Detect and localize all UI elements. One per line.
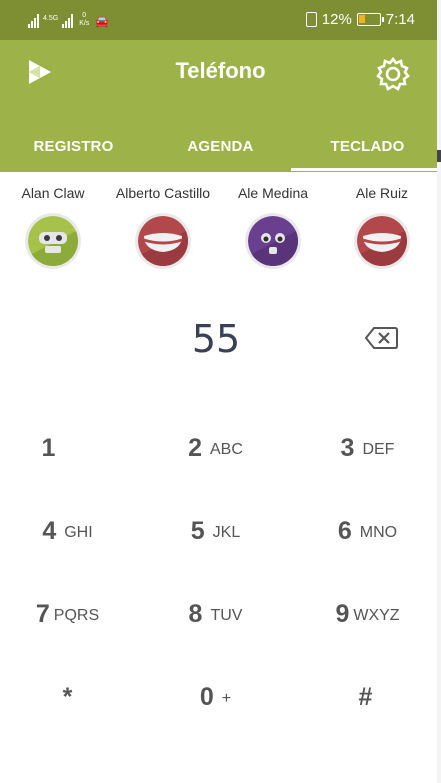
key-5[interactable]: 5 JKL: [142, 488, 289, 574]
tab-teclado[interactable]: TECLADO: [294, 120, 441, 172]
contact-name: Alan Claw: [21, 185, 85, 201]
number-display: 55: [0, 315, 441, 367]
monster-avatar-icon: [138, 216, 188, 266]
key-digit: #: [358, 682, 373, 711]
key-6[interactable]: 6 MNO: [294, 488, 441, 574]
key-digit: 1: [41, 433, 56, 462]
status-bar: 4.5G 0 K/s 🚘 12% 7:14: [0, 0, 441, 40]
tab-registro[interactable]: REGISTRO: [0, 120, 147, 172]
contact-alan-claw[interactable]: Alan Claw: [0, 185, 108, 269]
battery-icon: [356, 13, 384, 26]
network-speed: 0 K/s: [79, 12, 89, 28]
key-letters: WXYZ: [353, 607, 400, 624]
selected-tab-indicator: [291, 168, 437, 171]
key-3[interactable]: 3 DEF: [294, 405, 441, 491]
contact-name: Alberto Castillo: [115, 185, 211, 201]
tab-agenda[interactable]: AGENDA: [147, 120, 294, 172]
key-star[interactable]: *: [0, 654, 141, 740]
avatar[interactable]: [25, 213, 81, 269]
network-type-label: 4.5G: [43, 15, 59, 22]
contact-name: Ale Medina: [237, 185, 309, 201]
key-digit: 6: [337, 516, 352, 545]
battery-percent: 12%: [321, 11, 352, 28]
key-digit: 5: [190, 516, 205, 545]
contact-alberto-castillo[interactable]: Alberto Castillo: [108, 185, 218, 269]
key-digit: 7: [35, 599, 50, 628]
key-letters: DEF: [362, 441, 395, 458]
car-icon: 🚘: [95, 16, 110, 28]
network-speed-unit: K/s: [79, 20, 90, 27]
key-4[interactable]: 4 GHI: [0, 488, 141, 574]
signal-icon-2: [62, 14, 74, 28]
key-letters: PQRS: [53, 607, 100, 624]
contact-name: Ale Ruiz: [355, 185, 409, 201]
monster-avatar-icon: [248, 216, 298, 266]
key-7[interactable]: 7 PQRS: [0, 571, 141, 657]
app-bar: Teléfono REGISTRO AGENDA TECLADO: [0, 40, 441, 172]
favorite-contacts: Alan Claw Alberto Castillo Ale Medina Al…: [0, 185, 441, 275]
key-1[interactable]: 1: [0, 405, 147, 491]
key-9[interactable]: 9 WXYZ: [294, 571, 441, 657]
contact-ale-medina[interactable]: Ale Medina: [218, 185, 328, 269]
backspace-icon[interactable]: [364, 326, 398, 350]
avatar[interactable]: [354, 213, 410, 269]
monster-avatar-icon: [28, 216, 78, 266]
key-letters: TUV: [210, 607, 243, 624]
key-letters: GHI: [64, 524, 93, 541]
status-left: 4.5G 0 K/s 🚘: [28, 12, 109, 28]
key-digit: 9: [335, 599, 350, 628]
key-letters: +: [221, 690, 232, 707]
key-digit: 0: [199, 682, 214, 711]
key-letters: JKL: [212, 524, 241, 541]
screen-edge: [437, 0, 441, 783]
avatar[interactable]: [135, 213, 191, 269]
clock: 7:14: [385, 11, 415, 28]
avatar[interactable]: [245, 213, 301, 269]
key-8[interactable]: 8 TUV: [142, 571, 289, 657]
tab-bar: REGISTRO AGENDA TECLADO: [0, 120, 441, 172]
key-digit: 2: [188, 433, 202, 462]
vibrate-icon: [305, 12, 317, 27]
key-letters: MNO: [359, 524, 398, 541]
screen-edge-mark: [437, 150, 441, 162]
key-digit: *: [62, 682, 73, 711]
signal-icon: [28, 14, 39, 28]
key-2[interactable]: 2 ABC: [142, 405, 289, 491]
key-digit: 4: [42, 516, 57, 545]
key-0[interactable]: 0 +: [142, 654, 289, 740]
monster-avatar-icon: [357, 216, 407, 266]
key-digit: 3: [340, 433, 355, 462]
network-speed-value: 0: [82, 12, 87, 19]
key-hash[interactable]: #: [292, 654, 439, 740]
key-letters: ABC: [210, 441, 243, 458]
key-digit: 8: [188, 599, 203, 628]
contact-ale-ruiz[interactable]: Ale Ruiz: [327, 185, 437, 269]
status-right: 12% 7:14: [305, 11, 415, 28]
gear-icon[interactable]: [374, 55, 412, 93]
